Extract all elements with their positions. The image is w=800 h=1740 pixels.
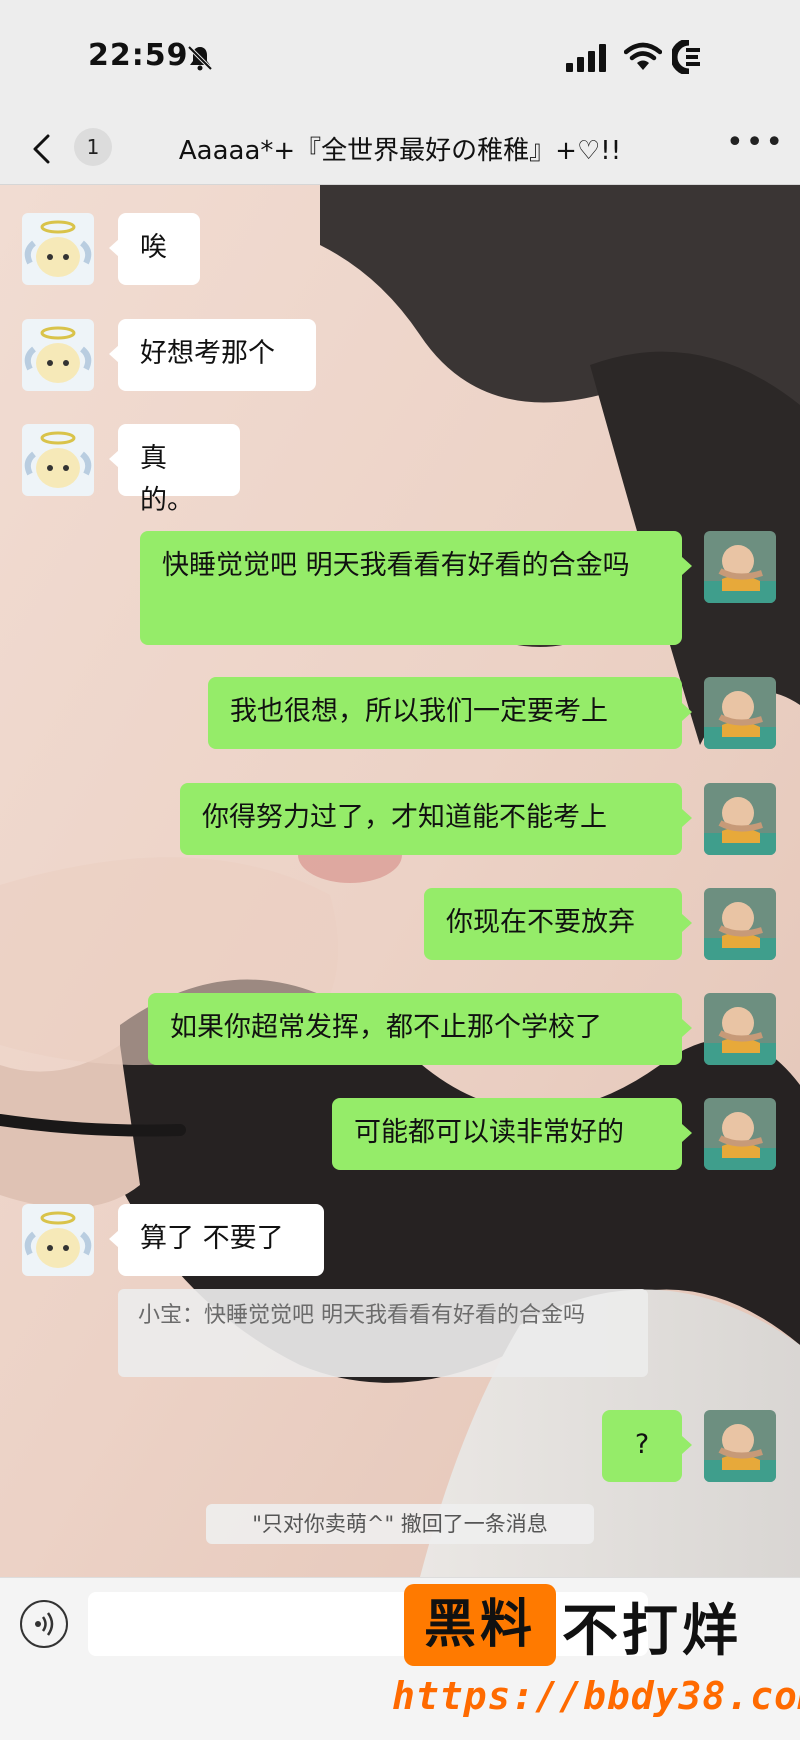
bubble-tail [682,1124,692,1142]
watermark-badge: 黑料 [404,1584,556,1666]
bubble-tail [682,557,692,575]
voice-input-button[interactable] [20,1600,68,1648]
battery-icon [672,40,700,74]
my-avatar[interactable] [704,1410,776,1482]
bubble-tail [682,703,692,721]
chevron-left-icon [33,134,50,164]
status-bar: 22:59 [0,0,800,112]
outgoing-message[interactable]: ? [602,1410,682,1482]
contact-avatar[interactable] [22,319,94,391]
bubble-tail [109,239,119,257]
chat-header: 1 Aaaaa*+『全世界最好の稚稚』+♡!! ••• [0,112,800,185]
my-avatar[interactable] [704,783,776,855]
incoming-message[interactable]: 唉 [118,213,200,285]
outgoing-message[interactable]: 我也很想，所以我们一定要考上 [208,677,682,749]
bubble-tail [682,1436,692,1454]
contact-avatar[interactable] [22,424,94,496]
my-avatar[interactable] [704,993,776,1065]
outgoing-message[interactable]: 你现在不要放弃 [424,888,682,960]
input-bar: 黑料 不打烊 https://bbdy38.com [0,1577,800,1740]
voice-wave-icon [35,1612,54,1636]
bubble-tail [682,1019,692,1037]
outgoing-message[interactable]: 可能都可以读非常好的 [332,1098,682,1170]
signal-icon [566,44,606,72]
chat-area[interactable]: 唉 好想考那个 真的。 算了 不要了 快睡觉觉吧 明天我看看有好看的合金吗 我也… [0,185,800,1577]
unread-count-badge: 1 [74,128,112,166]
watermark-url: https://bbdy38.com [392,1674,800,1718]
watermark-text: 不打烊 [562,1599,742,1664]
contact-avatar[interactable] [22,213,94,285]
bubble-tail [109,1230,119,1248]
bubble-tail [682,914,692,932]
incoming-message[interactable]: 好想考那个 [118,319,316,391]
incoming-message[interactable]: 算了 不要了 [118,1204,324,1276]
my-avatar[interactable] [704,531,776,603]
bubble-tail [109,450,119,468]
contact-avatar[interactable] [22,1204,94,1276]
my-avatar[interactable] [704,888,776,960]
quoted-message[interactable]: 小宝：快睡觉觉吧 明天我看看有好看的合金吗 [118,1289,648,1377]
back-button[interactable]: 1 [22,122,112,172]
outgoing-message[interactable]: 你得努力过了，才知道能不能考上 [180,783,682,855]
wifi-icon [624,42,662,70]
mute-bell-icon [187,45,213,71]
bubble-tail [109,345,119,363]
outgoing-message[interactable]: 如果你超常发挥，都不止那个学校了 [148,993,682,1065]
my-avatar[interactable] [704,677,776,749]
status-time: 22:59 [88,38,189,73]
recall-notice: "只对你卖萌^" 撤回了一条消息 [206,1504,594,1544]
my-avatar[interactable] [704,1098,776,1170]
bubble-tail [682,809,692,827]
outgoing-message[interactable]: 快睡觉觉吧 明天我看看有好看的合金吗 [140,531,682,645]
incoming-message[interactable]: 真的。 [118,424,240,516]
chat-title: Aaaaa*+『全世界最好の稚稚』+♡!! [178,136,622,166]
more-options-icon[interactable]: ••• [726,128,783,164]
